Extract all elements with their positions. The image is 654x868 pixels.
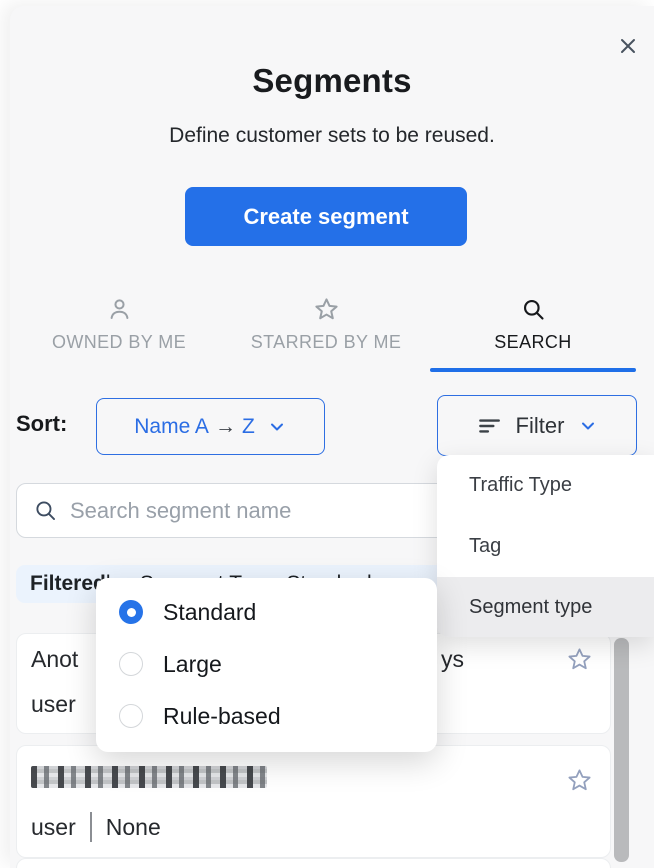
tab-bar: OWNED BY ME STARRED BY ME SEARCH [16,296,636,353]
segment-row[interactable]: user None [16,745,611,858]
page-title: Segments [10,62,654,100]
segment-title-fragment: Anot [31,646,78,673]
meta-divider [90,812,92,842]
menu-item-tag[interactable]: Tag [437,516,654,577]
sort-value-suffix: Z [242,415,255,439]
person-icon [106,296,133,323]
tab-owned-by-me[interactable]: OWNED BY ME [16,296,222,353]
close-icon [618,36,638,56]
star-toggle-icon[interactable] [566,767,593,794]
sort-arrow-glyph: → [215,415,236,439]
radio-unchecked-icon [119,652,143,676]
create-segment-button[interactable]: Create segment [185,187,467,246]
close-button[interactable] [613,31,643,61]
star-icon [313,296,340,323]
tab-owned-by-me-label: OWNED BY ME [52,332,186,353]
star-toggle-icon[interactable] [566,646,593,673]
search-icon [33,498,58,523]
segments-modal: Segments Define customer sets to be reus… [10,6,654,868]
tab-search[interactable]: SEARCH [430,296,636,353]
radio-checked-icon [119,600,143,624]
filter-lines-icon [476,413,502,439]
sort-value: Name A [134,415,209,439]
filter-label: Filter [516,413,565,439]
active-tab-underline [430,368,636,372]
radio-label: Large [163,651,222,678]
segment-meta: None [106,814,161,841]
radio-option-standard[interactable]: Standard [96,586,437,638]
radio-unchecked-icon [119,704,143,728]
filtered-by-bold: Filtered [30,572,106,596]
radio-option-rule-based[interactable]: Rule-based [96,690,437,742]
segment-meta: user [31,814,76,841]
menu-item-segment-type[interactable]: Segment type [437,577,654,637]
menu-item-traffic-type[interactable]: Traffic Type [437,455,654,516]
segment-type-popup: Standard Large Rule-based [96,578,437,752]
radio-option-large[interactable]: Large [96,638,437,690]
redacted-segment-title [31,766,267,788]
chevron-down-icon [267,417,287,437]
radio-label: Standard [163,599,256,626]
search-icon [520,296,547,323]
filter-dropdown[interactable]: Filter [437,395,637,456]
chevron-down-icon [578,416,598,436]
segment-title-fragment: ys [441,646,464,673]
page-subtitle: Define customer sets to be reused. [10,124,654,148]
sort-label: Sort: [16,411,67,437]
tab-search-label: SEARCH [494,332,571,353]
segment-meta: user [31,691,76,718]
tab-starred-by-me[interactable]: STARRED BY ME [222,296,430,353]
sort-dropdown[interactable]: Name A → Z [96,398,325,455]
tab-starred-by-me-label: STARRED BY ME [251,332,402,353]
filter-menu: Traffic Type Tag Segment type [437,455,654,637]
segment-row-partial[interactable] [16,858,611,868]
scrollbar-thumb[interactable] [614,638,629,862]
radio-label: Rule-based [163,703,281,730]
